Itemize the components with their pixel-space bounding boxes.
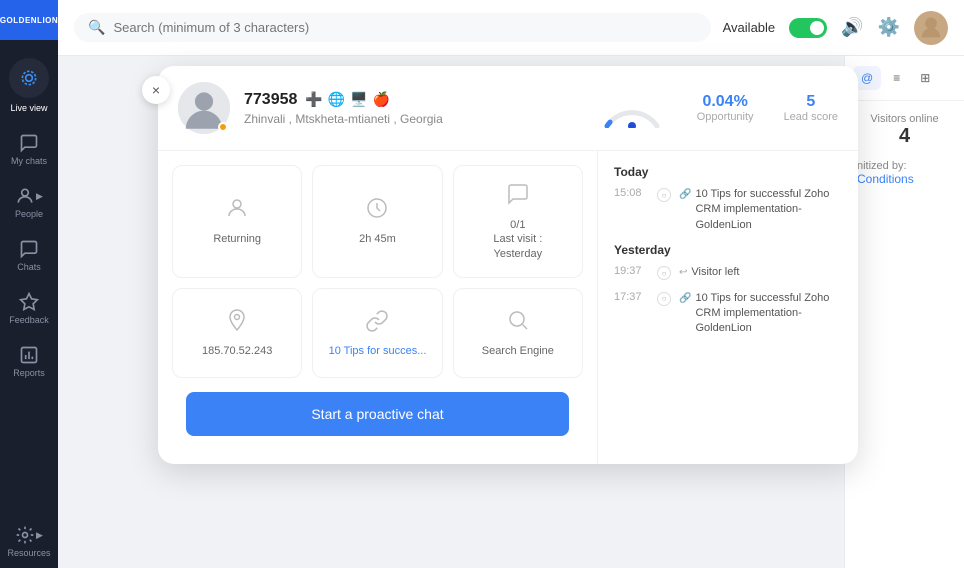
topbar: 🔍 Available 🔊 ⚙️: [58, 0, 964, 56]
visitor-info: 773958 ➕ 🌐 🖥️ 🍎 Zhinvali , Mtskheta-mtia…: [244, 91, 583, 126]
card-left: Returning 2h 45m: [158, 151, 598, 464]
opportunity-gauge: [597, 88, 667, 128]
page-link-cell: 10 Tips for succes...: [312, 288, 442, 378]
lead-score-stat: 5 Lead score: [784, 93, 838, 123]
timeline-link-icon: 🔗: [679, 293, 691, 304]
search-area[interactable]: 🔍: [74, 13, 711, 42]
main-area: 🔍 Available 🔊 ⚙️ ×: [58, 0, 964, 568]
topbar-right: Available 🔊 ⚙️: [723, 11, 948, 45]
avatar-status-dot: [218, 122, 228, 132]
duration-cell: 2h 45m: [312, 165, 442, 278]
card-body: Returning 2h 45m: [158, 151, 858, 464]
clock-icon: [365, 196, 389, 226]
sidebar-logo: GOLDENLION: [0, 0, 58, 40]
timeline-dot: ○: [657, 188, 671, 202]
ip-cell: 185.70.52.243: [172, 288, 302, 378]
returning-icon: [225, 196, 249, 226]
proactive-chat-button[interactable]: Start a proactive chat: [186, 392, 569, 436]
chat-count-cell: 0/1Last visit :Yesterday: [453, 165, 583, 278]
user-avatar[interactable]: [914, 11, 948, 45]
sidebar-item-live-view[interactable]: Live view: [0, 40, 58, 123]
live-view-icon: [9, 58, 49, 98]
visitor-stats: 0.04% Opportunity 5 Lead score: [597, 88, 838, 128]
sidebar-item-reports[interactable]: Reports: [0, 335, 58, 388]
available-toggle[interactable]: [789, 18, 827, 38]
visitor-card: × 773958 ➕ 🌐 🖥️ 🍎: [158, 66, 858, 464]
timeline-text: Visitor left: [691, 265, 739, 280]
lead-score-label: Lead score: [784, 111, 838, 123]
search-engine-label: Search Engine: [482, 344, 554, 358]
sidebar: GOLDENLION Live view My chats ▶ People C…: [0, 0, 58, 568]
visitor-platform-icons: ➕ 🌐 🖥️ 🍎: [305, 91, 390, 108]
returning-label: Returning: [213, 232, 261, 246]
timeline-item: 15:08 ○ 🔗 10 Tips for successful Zoho CR…: [614, 187, 842, 233]
sidebar-item-chats[interactable]: Chats: [0, 229, 58, 282]
visitors-online-section: Visitors online 4: [845, 101, 964, 160]
chat-count-icon: [506, 182, 530, 212]
chrome-icon: 🌐: [328, 91, 345, 108]
windows-icon: 🖥️: [350, 91, 367, 108]
close-button[interactable]: ×: [142, 76, 170, 104]
search-engine-icon: [506, 308, 530, 338]
visitor-id: 773958 ➕ 🌐 🖥️ 🍎: [244, 91, 583, 109]
apple-icon: 🍎: [373, 91, 390, 108]
yesterday-section-title: Yesterday: [614, 243, 842, 257]
timeline-dot: ○: [657, 266, 671, 280]
volume-icon[interactable]: 🔊: [841, 17, 863, 38]
search-icon: 🔍: [88, 19, 105, 36]
sidebar-item-people[interactable]: ▶ People: [0, 176, 58, 229]
sidebar-item-label-live-view: Live view: [10, 103, 47, 113]
right-panel-tabs: @ ≡ ⊞: [845, 56, 964, 101]
search-input[interactable]: [113, 20, 696, 35]
lead-score-value: 5: [806, 93, 815, 111]
page-link[interactable]: 10 Tips for succes...: [329, 345, 427, 357]
timeline-text: 10 Tips for successful Zoho CRM implemen…: [695, 291, 842, 337]
tab-filter[interactable]: ⊞: [912, 66, 938, 90]
location-icon: [225, 308, 249, 338]
card-header: 773958 ➕ 🌐 🖥️ 🍎 Zhinvali , Mtskheta-mtia…: [158, 66, 858, 151]
link-icon: [365, 309, 389, 339]
right-panel: @ ≡ ⊞ Visitors online 4 nitized by: Cond…: [844, 56, 964, 568]
sidebar-item-my-chats[interactable]: My chats: [0, 123, 58, 176]
available-label: Available: [723, 20, 776, 35]
sidebar-item-label-feedback: Feedback: [9, 315, 49, 325]
sidebar-item-label-my-chats: My chats: [11, 156, 47, 166]
timeline-text: 10 Tips for successful Zoho CRM implemen…: [695, 187, 842, 233]
sidebar-item-feedback[interactable]: Feedback: [0, 282, 58, 335]
visitors-online-label: Visitors online: [857, 113, 952, 125]
visitor-location: Zhinvali , Mtskheta-mtianeti , Georgia: [244, 112, 583, 126]
content-area: × 773958 ➕ 🌐 🖥️ 🍎: [58, 56, 964, 568]
filter-label: nitized by:: [845, 160, 964, 172]
timeline-time: 19:37: [614, 265, 649, 277]
timeline-dot: ○: [657, 292, 671, 306]
duration-label: 2h 45m: [359, 232, 396, 246]
today-section-title: Today: [614, 165, 842, 179]
tab-list[interactable]: ≡: [885, 66, 908, 90]
timeline-time: 15:08: [614, 187, 649, 199]
visitors-online-count: 4: [857, 125, 952, 148]
opportunity-stat: 0.04% Opportunity: [697, 93, 754, 123]
settings-icon[interactable]: ⚙️: [878, 17, 900, 38]
timeline-time: 17:37: [614, 291, 649, 303]
plus-icon: ➕: [305, 91, 322, 108]
sidebar-item-label-reports: Reports: [13, 368, 45, 378]
opportunity-value: 0.04%: [702, 93, 747, 111]
ip-label: 185.70.52.243: [202, 344, 272, 358]
filter-value[interactable]: Conditions: [845, 172, 964, 186]
timeline-exit-icon: ↩: [679, 267, 687, 278]
returning-cell: Returning: [172, 165, 302, 278]
search-engine-cell: Search Engine: [453, 288, 583, 378]
sidebar-item-resources[interactable]: ▶ Resources: [0, 515, 58, 568]
timeline-item: 17:37 ○ 🔗 10 Tips for successful Zoho CR…: [614, 291, 842, 337]
chat-count-label: 0/1Last visit :Yesterday: [493, 218, 542, 261]
timeline-link-icon: 🔗: [679, 189, 691, 200]
info-grid: Returning 2h 45m: [172, 165, 583, 378]
sidebar-item-label-chats: Chats: [17, 262, 41, 272]
timeline-item: 19:37 ○ ↩ Visitor left: [614, 265, 842, 280]
opportunity-label: Opportunity: [697, 111, 754, 123]
visitor-avatar: [178, 82, 230, 134]
timeline-panel: Today 15:08 ○ 🔗 10 Tips for successful Z…: [598, 151, 858, 464]
sidebar-item-label-resources: Resources: [7, 548, 50, 558]
sidebar-item-label-people: People: [15, 209, 43, 219]
